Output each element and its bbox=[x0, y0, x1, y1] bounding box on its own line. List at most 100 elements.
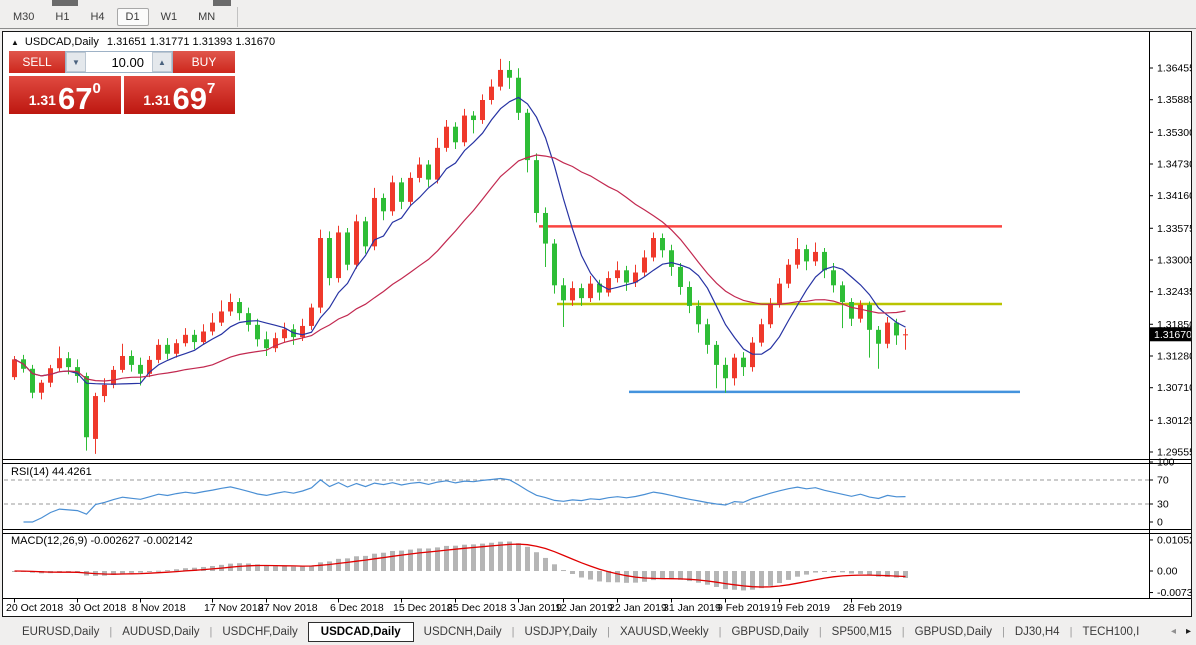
candle bbox=[723, 364, 728, 379]
candle bbox=[66, 358, 71, 368]
timeframe-button-h4[interactable]: H4 bbox=[81, 8, 113, 26]
date-axis-label: 19 Feb 2019 bbox=[771, 602, 830, 614]
chart-window: 1.36455 1.35885 1.35300 1.34730 1.34160 1.335… bbox=[2, 31, 1192, 617]
chart-tab-audusd-daily[interactable]: AUDUSD,Daily bbox=[112, 623, 209, 641]
candle bbox=[759, 324, 764, 343]
chart-tab-sp500-m15[interactable]: SP500,M15 bbox=[822, 623, 902, 641]
macd-histogram-bar bbox=[858, 571, 863, 574]
candle bbox=[579, 288, 584, 299]
candle bbox=[552, 243, 557, 286]
macd-histogram-bar bbox=[786, 571, 791, 580]
candle bbox=[867, 304, 872, 330]
macd-histogram-bar bbox=[156, 570, 161, 572]
price-axis-label: 1.34730 bbox=[1157, 158, 1191, 170]
rsi-indicator-label: RSI(14) 44.4261 bbox=[11, 466, 92, 478]
chart-tab-gbpusd-daily[interactable]: GBPUSD,Daily bbox=[721, 623, 818, 641]
volume-input[interactable]: 10.00 bbox=[86, 52, 152, 72]
candle bbox=[768, 303, 773, 325]
macd-histogram-bar bbox=[543, 557, 548, 571]
volume-increase-icon[interactable]: ▲ bbox=[152, 52, 172, 72]
candle bbox=[111, 369, 116, 385]
buy-price-panel[interactable]: 1.31 69 7 bbox=[123, 76, 235, 114]
candle bbox=[345, 232, 350, 265]
collapse-arrow-icon[interactable]: ▲ bbox=[11, 38, 19, 47]
date-axis-label: 20 Oct 2018 bbox=[6, 602, 63, 614]
chart-tab-usdcnh-daily[interactable]: USDCNH,Daily bbox=[414, 623, 512, 641]
candle bbox=[750, 342, 755, 368]
current-price-label: 1.31670 bbox=[1154, 329, 1191, 341]
candle bbox=[453, 126, 458, 143]
candle bbox=[894, 322, 899, 336]
macd-histogram-bar bbox=[741, 571, 746, 591]
tab-scroll-left-icon[interactable]: ◂ bbox=[1171, 626, 1176, 637]
tab-scroll-arrows: ◂ ▸ bbox=[1171, 618, 1191, 645]
date-axis-label: 8 Nov 2018 bbox=[132, 602, 186, 614]
chart-tab-eurusd-daily[interactable]: EURUSD,Daily bbox=[12, 623, 109, 641]
candle bbox=[840, 285, 845, 303]
rsi-axis-label: 100 bbox=[1157, 457, 1175, 469]
date-axis-label: 6 Dec 2018 bbox=[330, 602, 384, 614]
chart-tab-usdjpy-daily[interactable]: USDJPY,Daily bbox=[514, 623, 607, 641]
macd-histogram-bar bbox=[615, 571, 620, 583]
candle bbox=[858, 304, 863, 319]
chart-ohlc-values: 1.31651 1.31771 1.31393 1.31670 bbox=[106, 36, 276, 48]
chart-canvas[interactable]: 1.36455 1.35885 1.35300 1.34730 1.34160 1.335… bbox=[3, 32, 1191, 616]
candle bbox=[651, 238, 656, 258]
volume-decrease-icon[interactable]: ▼ bbox=[66, 52, 86, 72]
candle bbox=[381, 197, 386, 212]
sell-price-big: 67 bbox=[57, 80, 93, 116]
timeframe-button-m30[interactable]: M30 bbox=[4, 8, 43, 26]
candle bbox=[48, 368, 53, 383]
candle bbox=[12, 359, 17, 378]
chart-tab-gbpusd-daily[interactable]: GBPUSD,Daily bbox=[905, 623, 1002, 641]
date-axis-label: 28 Feb 2019 bbox=[843, 602, 902, 614]
chart-tab-usdcad-daily[interactable]: USDCAD,Daily bbox=[307, 621, 414, 642]
tab-scroll-right-icon[interactable]: ▸ bbox=[1186, 626, 1191, 637]
rsi-axis-label: 70 bbox=[1157, 475, 1169, 487]
timeframe-button-h1[interactable]: H1 bbox=[46, 8, 78, 26]
chart-tab-usdchf-daily[interactable]: USDCHF,Daily bbox=[212, 623, 307, 641]
timeframe-button-mn[interactable]: MN bbox=[189, 8, 224, 26]
price-axis-label: 1.36455 bbox=[1157, 63, 1191, 75]
candle bbox=[471, 115, 476, 121]
macd-histogram-bar bbox=[561, 570, 566, 572]
chart-tab-dj30-h4[interactable]: DJ30,H4 bbox=[1005, 623, 1070, 641]
candle bbox=[525, 112, 530, 161]
chart-tab-xauusd-weekly[interactable]: XAUUSD,Weekly bbox=[610, 623, 719, 641]
macd-histogram-bar bbox=[759, 571, 764, 589]
macd-histogram-bar bbox=[336, 558, 341, 571]
toolbar-remnant-icon bbox=[52, 0, 78, 6]
chart-tab-tech100-i[interactable]: TECH100,I bbox=[1072, 623, 1149, 641]
candle bbox=[498, 69, 503, 87]
timeframe-button-d1[interactable]: D1 bbox=[116, 8, 149, 26]
macd-histogram-bar bbox=[399, 550, 404, 571]
sell-price-panel[interactable]: 1.31 67 0 bbox=[9, 76, 121, 114]
buy-button[interactable]: BUY bbox=[173, 51, 235, 73]
candle bbox=[210, 322, 215, 332]
price-axis-label: 1.33005 bbox=[1157, 254, 1191, 266]
sell-button[interactable]: SELL bbox=[9, 51, 65, 73]
candle bbox=[786, 264, 791, 284]
candle bbox=[246, 313, 251, 325]
buy-price-sup: 7 bbox=[206, 80, 216, 97]
toolbar-separator bbox=[237, 7, 239, 27]
chart-symbol-title: USDCAD,Daily bbox=[24, 36, 99, 48]
candle bbox=[435, 147, 440, 180]
candle bbox=[129, 355, 134, 365]
candle bbox=[732, 357, 737, 379]
candles-layer bbox=[12, 58, 908, 454]
candle bbox=[39, 382, 44, 393]
date-axis-label: 30 Oct 2018 bbox=[69, 602, 126, 614]
candle bbox=[192, 334, 197, 343]
candle bbox=[795, 249, 800, 265]
timeframe-button-w1[interactable]: W1 bbox=[152, 8, 187, 26]
macd-histogram-bar bbox=[813, 571, 818, 573]
price-axis-label: 1.32435 bbox=[1157, 286, 1191, 298]
chart-tab-bar: ◂ ▸ EURUSD,Daily | AUDUSD,Daily | USDCHF,Dai… bbox=[0, 618, 1196, 645]
macd-histogram-bar bbox=[777, 571, 782, 584]
rsi-axis-label: 30 bbox=[1157, 499, 1169, 511]
candle bbox=[120, 355, 125, 370]
macd-histogram-bar bbox=[300, 566, 305, 571]
candle bbox=[822, 251, 827, 271]
candle bbox=[84, 376, 89, 438]
